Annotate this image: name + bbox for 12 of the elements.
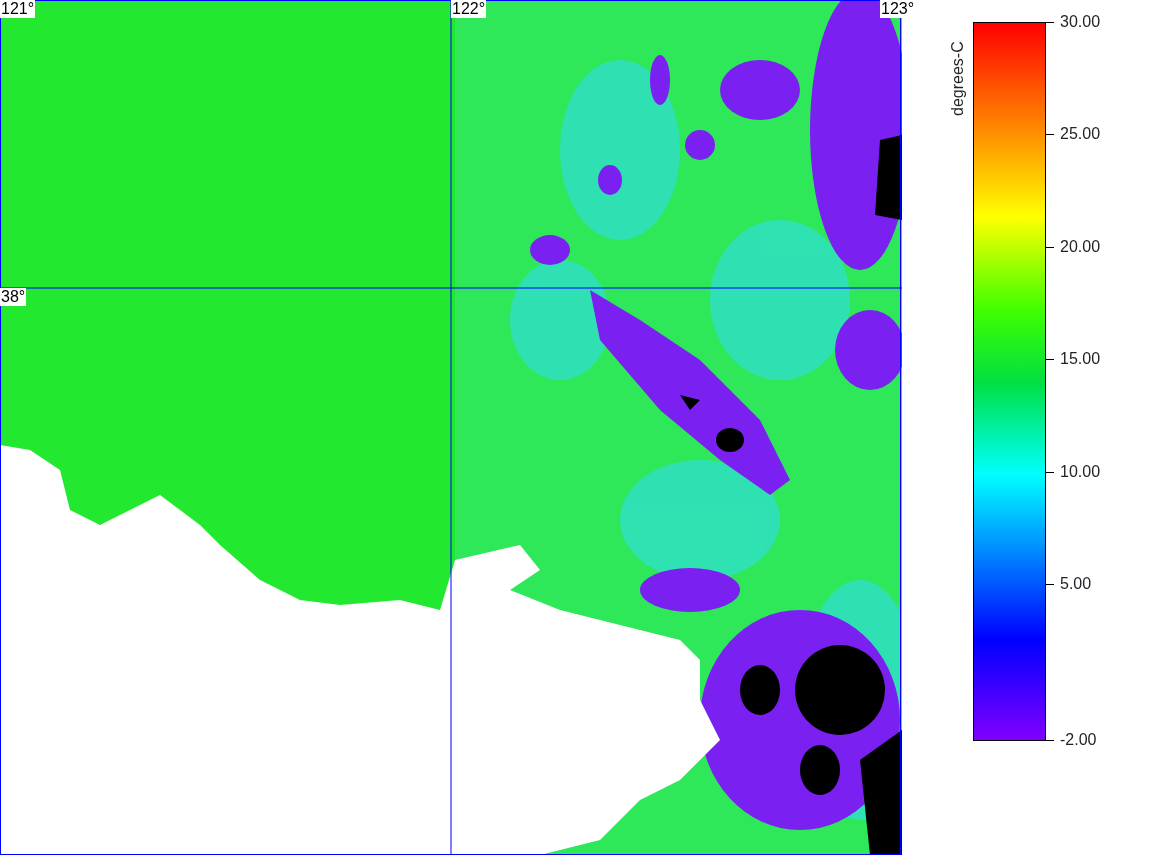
grid-label: 123° <box>880 0 916 18</box>
grid-label: 38° <box>0 288 27 306</box>
scale-label: 10.00 <box>1060 462 1101 481</box>
grid-label: 121° <box>0 0 36 18</box>
grid-label: 122° <box>451 0 487 18</box>
colorbar-title: degrees-C <box>948 41 967 116</box>
scale-label: 20.00 <box>1060 237 1101 256</box>
scale-label: -2.00 <box>1060 731 1097 749</box>
scale-label: 15.00 <box>1060 350 1101 369</box>
scale-label: 5.00 <box>1060 575 1092 593</box>
scale-label: 25.00 <box>1060 125 1101 144</box>
scale-label: 30.00 <box>1060 13 1101 31</box>
